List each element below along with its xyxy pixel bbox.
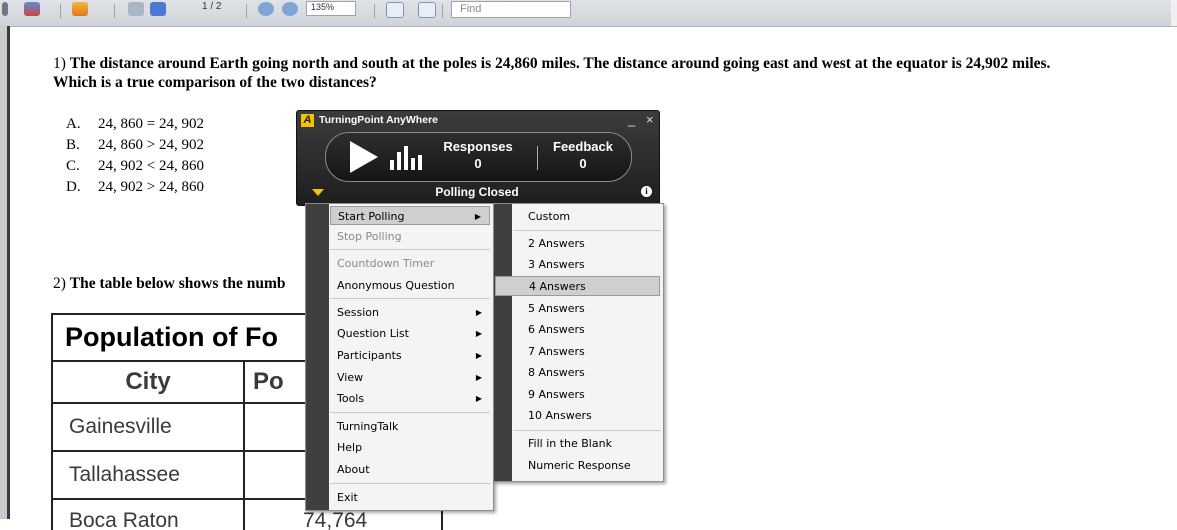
turningpoint-widget[interactable]: A TurningPoint AnyWhere _ × Responses 0 … [296,110,660,206]
submenu-item-5-answers[interactable]: 5 Answers [513,299,660,319]
create-pdf-icon[interactable] [24,2,40,16]
submenu-item-8-answers[interactable]: 8 Answers [513,363,660,383]
toolbar-edge [1171,0,1177,26]
minimize-button[interactable]: _ [628,112,635,127]
menu-item-start-polling[interactable]: Start Polling ▶ [330,206,490,225]
submenu-arrow-icon: ▶ [475,308,482,317]
fit-width-icon[interactable] [386,2,404,18]
menu-item-about[interactable]: About [330,460,490,479]
menu-item-exit[interactable]: Exit [330,488,490,507]
menu-dropdown-icon[interactable] [312,189,324,196]
question-1: 1) The distance around Earth going north… [53,54,1177,92]
zoom-out-icon[interactable] [258,2,274,16]
submenu-item-3-answers[interactable]: 3 Answers [513,255,660,275]
menu-separator [513,230,661,231]
choice-b: B. 24, 860 > 24, 902 [66,137,204,153]
menu-item-view[interactable]: View ▶ [330,368,490,387]
menu-item-help[interactable]: Help [330,438,490,457]
menu-gutter [306,204,329,510]
menu-separator [330,483,490,484]
submenu-item-2-answers[interactable]: 2 Answers [513,234,660,254]
menu-item-stop-polling[interactable]: Stop Polling [330,227,490,246]
submenu-arrow-icon: ▶ [475,394,482,403]
question-1-text: The distance around Earth going north an… [69,55,1051,72]
page-down-icon[interactable] [150,2,166,16]
chart-icon[interactable] [390,133,428,181]
header-city: City [53,362,245,402]
menu-gutter [494,204,512,481]
divider [537,146,538,170]
page-indicator[interactable]: 1 / 2 [202,1,221,12]
page-border [7,26,10,519]
menu-item-participants[interactable]: Participants ▶ [330,346,490,365]
menu-separator [330,412,490,413]
question-1-number: 1) [53,55,66,72]
control-bar: Responses 0 Feedback 0 [325,132,632,182]
navigation-rail [0,26,7,519]
feedback-count: 0 [579,156,587,171]
zoom-field[interactable]: 135% [306,1,356,16]
submenu-arrow-icon: ▶ [474,212,481,221]
menu-separator [513,430,661,431]
pdf-toolbar: 1 / 2 135% Find [0,0,1177,27]
submenu-arrow-icon: ▶ [475,351,482,360]
question-2: 2) The table below shows the numb [53,275,286,292]
find-input[interactable]: Find [451,1,571,18]
menu-item-tools[interactable]: Tools ▶ [330,389,490,408]
main-menu: Start Polling ▶ Stop Polling Countdown Ti… [305,203,494,511]
submenu-item-4-answers[interactable]: 4 Answers [495,276,660,296]
question-2-text: The table below shows the numb [69,275,286,292]
menu-item-session[interactable]: Session ▶ [330,303,490,322]
submenu-arrow-icon: ▶ [475,373,482,382]
question-1-text-line2: Which is a true comparison of the two di… [53,74,377,91]
submenu-item-6-answers[interactable]: 6 Answers [513,320,660,340]
menu-item-countdown-timer[interactable]: Countdown Timer [330,254,490,273]
fit-page-icon[interactable] [418,2,436,18]
close-button[interactable]: × [646,112,654,127]
submenu-item-custom[interactable]: Custom [513,207,660,227]
menu-item-question-list[interactable]: Question List ▶ [330,324,490,343]
zoom-in-icon[interactable] [282,2,298,16]
menu-separator [330,249,490,250]
feedback-label: Feedback [553,139,613,154]
submenu-item-9-answers[interactable]: 9 Answers [513,385,660,405]
widget-title: TurningPoint AnyWhere [319,114,438,126]
choice-c: C. 24, 902 < 24, 860 [66,158,204,174]
submenu-item-10-answers[interactable]: 10 Answers [513,406,660,426]
responses-label: Responses [443,139,513,154]
menu-item-turningtalk[interactable]: TurningTalk [330,417,490,436]
polling-status: Polling Closed [435,185,519,199]
toolbar-grip-icon [2,2,8,16]
submenu-item-7-answers[interactable]: 7 Answers [513,342,660,362]
turningpoint-logo-icon: A [301,114,314,127]
responses-count: 0 [474,156,482,171]
submenu-arrow-icon: ▶ [475,329,482,338]
submenu-item-numeric-response[interactable]: Numeric Response [513,456,660,476]
page-up-icon[interactable] [128,2,144,16]
info-icon[interactable]: i [641,186,652,197]
submenu-item-fill-in-the-blank[interactable]: Fill in the Blank [513,434,660,454]
choice-d: D. 24, 902 > 24, 860 [66,179,204,195]
menu-separator [330,298,490,299]
choice-a: A. 24, 860 = 24, 902 [66,116,204,132]
tools-icon[interactable] [72,2,88,16]
menu-item-anonymous-question[interactable]: Anonymous Question [330,276,490,295]
start-polling-submenu: Custom 2 Answers 3 Answers 4 Answers 5 A… [493,203,664,482]
play-icon[interactable] [350,141,378,173]
